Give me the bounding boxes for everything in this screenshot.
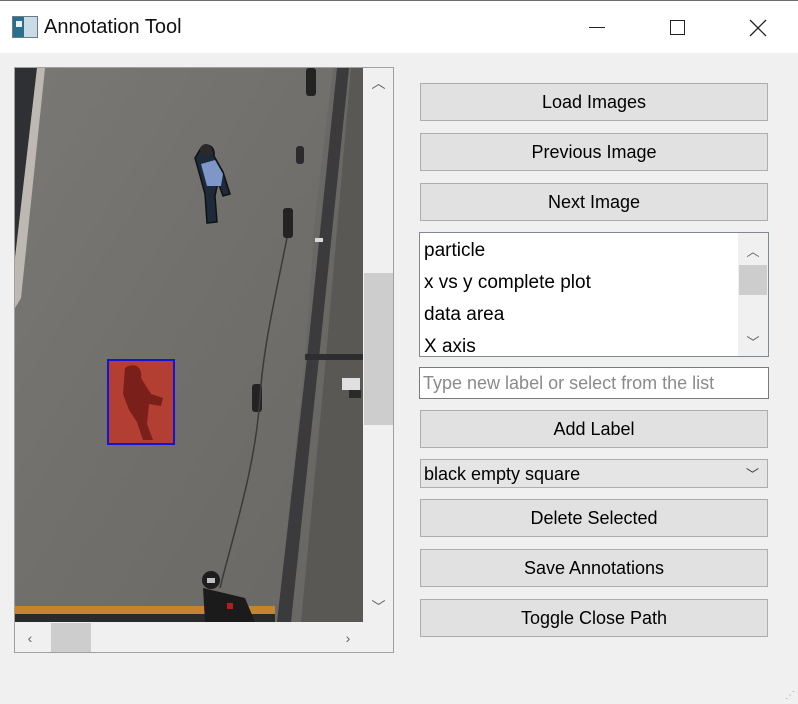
- close-icon: [749, 19, 767, 36]
- previous-image-button[interactable]: Previous Image: [420, 133, 768, 171]
- minimize-icon: [589, 27, 605, 28]
- resize-grip-icon[interactable]: ⋰: [785, 691, 795, 701]
- scroll-right-icon[interactable]: ›: [333, 622, 363, 652]
- label-list[interactable]: particle x vs y complete plot data area …: [419, 232, 769, 357]
- maximize-button[interactable]: [637, 1, 717, 54]
- scroll-left-icon[interactable]: ‹: [15, 622, 45, 652]
- image-viewer: ︿ ﹀ ‹ ›: [14, 67, 394, 653]
- list-item[interactable]: X axis: [424, 336, 476, 356]
- list-scroll-up-icon[interactable]: ︿: [738, 235, 768, 265]
- add-label-button[interactable]: Add Label: [420, 410, 768, 448]
- close-button[interactable]: [718, 1, 798, 54]
- aerial-image: [15, 68, 363, 622]
- save-annotations-button[interactable]: Save Annotations: [420, 549, 768, 587]
- app-icon: [12, 16, 38, 38]
- scroll-up-icon[interactable]: ︿: [363, 68, 393, 98]
- shape-select[interactable]: black empty square ﹀: [420, 459, 768, 488]
- shape-select-value: black empty square: [424, 464, 581, 484]
- horizontal-scroll-thumb[interactable]: [51, 623, 91, 652]
- title-bar: Annotation Tool: [0, 0, 798, 53]
- window-title: Annotation Tool: [44, 16, 182, 38]
- minimize-button[interactable]: [557, 1, 637, 54]
- list-item[interactable]: data area: [424, 304, 504, 326]
- maximize-icon: [669, 20, 685, 35]
- next-image-button[interactable]: Next Image: [420, 183, 768, 221]
- image-canvas[interactable]: [15, 68, 363, 622]
- toggle-close-path-button[interactable]: Toggle Close Path: [420, 599, 768, 637]
- delete-selected-button[interactable]: Delete Selected: [420, 499, 768, 537]
- scroll-down-icon[interactable]: ﹀: [363, 592, 393, 622]
- list-item[interactable]: x vs y complete plot: [424, 272, 591, 294]
- list-item[interactable]: particle: [424, 240, 485, 262]
- list-scroll-thumb[interactable]: [739, 265, 767, 295]
- image-horizontal-scrollbar[interactable]: ‹ ›: [15, 622, 363, 652]
- list-scroll-down-icon[interactable]: ﹀: [738, 326, 768, 356]
- chevron-down-icon: ﹀: [745, 467, 759, 482]
- image-vertical-scrollbar[interactable]: ︿ ﹀: [363, 68, 393, 622]
- vertical-scroll-thumb[interactable]: [364, 273, 393, 425]
- load-images-button[interactable]: Load Images: [420, 83, 768, 121]
- new-label-input[interactable]: [419, 367, 769, 399]
- label-list-scrollbar[interactable]: ︿ ﹀: [738, 233, 768, 356]
